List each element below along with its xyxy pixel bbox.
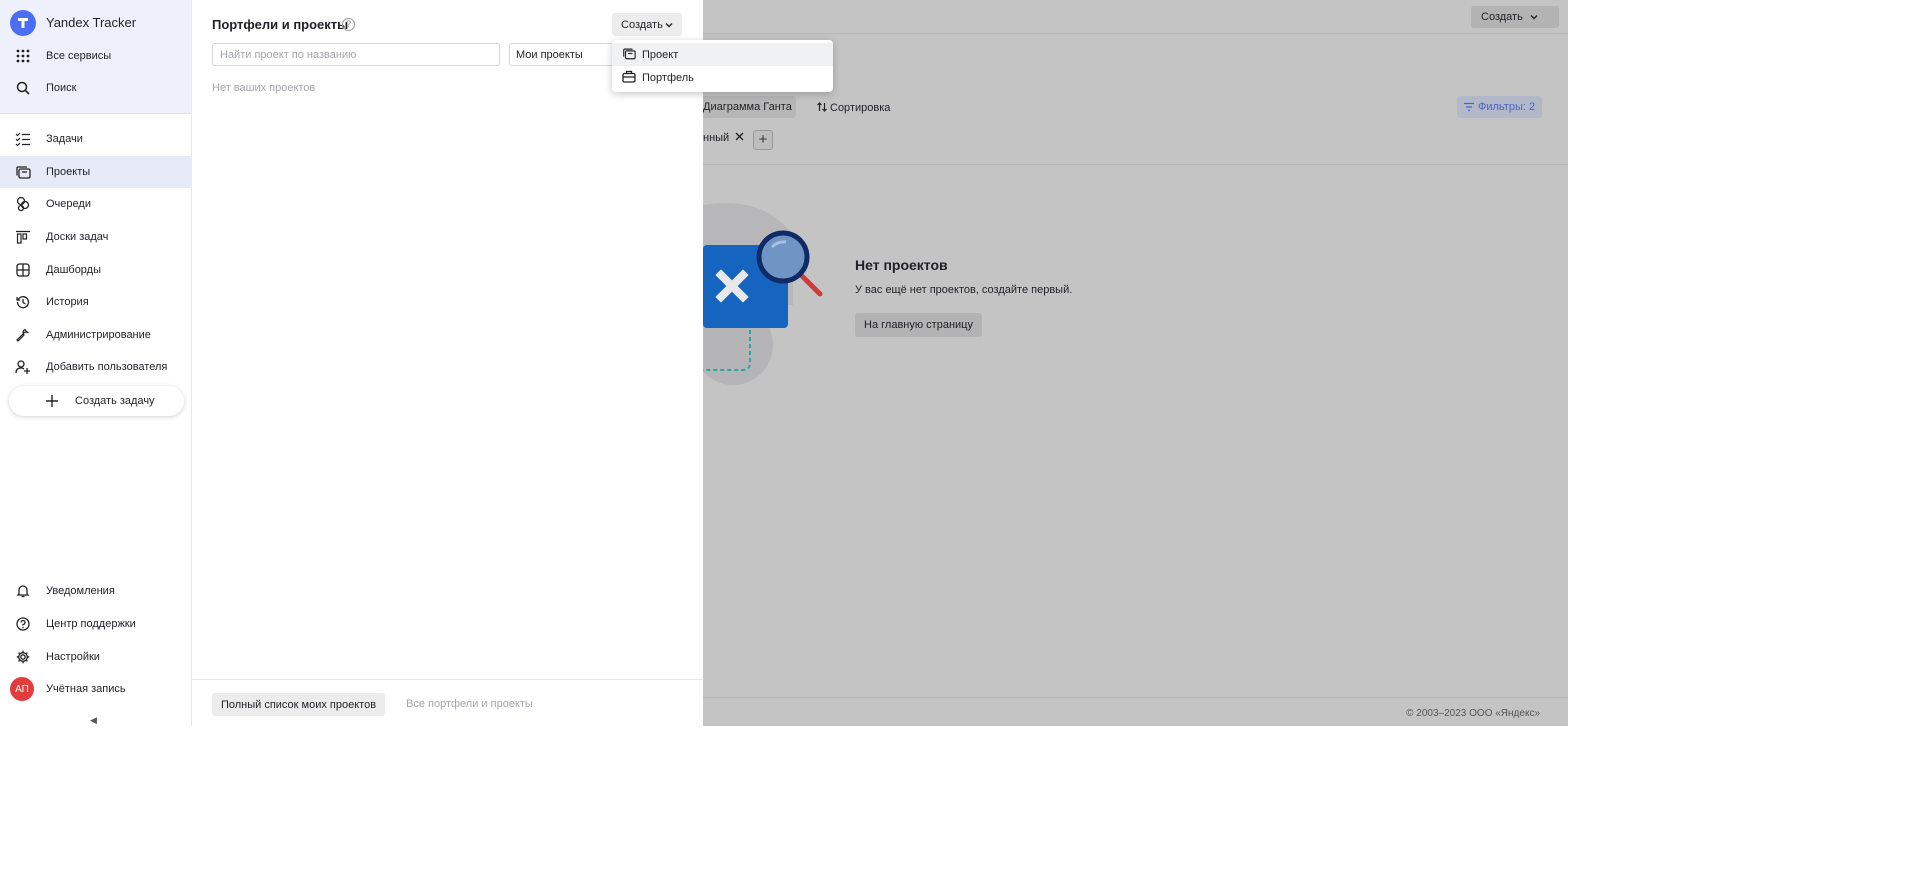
search-icon xyxy=(14,79,32,97)
filter-tag: нный xyxy=(703,132,744,144)
create-button[interactable]: Создать xyxy=(612,13,682,36)
drawer-footer-divider xyxy=(192,679,703,680)
chevron-down-icon xyxy=(1530,15,1538,20)
history-icon xyxy=(14,293,32,311)
add-filter-button[interactable]: + xyxy=(753,130,773,150)
background-create-button[interactable]: Создать xyxy=(1471,6,1559,28)
sidebar-item-label: Добавить пользователя xyxy=(46,361,168,373)
menu-item-portfolio[interactable]: Портфель xyxy=(612,66,833,89)
all-portfolios-link[interactable]: Все портфели и проекты xyxy=(406,698,533,710)
copyright: © 2003–2023 ООО «Яндекс» xyxy=(1406,708,1540,719)
full-project-list-button[interactable]: Полный список моих проектов xyxy=(212,693,385,716)
sidebar-item-all-services[interactable]: Все сервисы xyxy=(0,40,192,72)
wrench-icon xyxy=(14,326,32,344)
sidebar-item-tasks[interactable]: Задачи xyxy=(0,123,192,155)
close-icon[interactable] xyxy=(735,132,744,141)
sidebar-item-account[interactable]: АП Учётная запись xyxy=(0,673,192,705)
tracker-logo-icon xyxy=(18,18,28,28)
projects-icon xyxy=(14,163,32,181)
empty-list-text: Нет ваших проектов xyxy=(212,82,316,94)
background-page: Создать Диаграмма Ганта Сортировка Фильт… xyxy=(703,0,1568,726)
sidebar-item-label: Все сервисы xyxy=(46,50,112,62)
sidebar-item-label: Центр поддержки xyxy=(46,618,136,630)
sidebar: Yandex Tracker Все сервисы Поиск Задачи … xyxy=(0,0,192,726)
empty-projects-illustration xyxy=(703,203,823,385)
help-icon[interactable]: ? xyxy=(342,18,355,31)
projects-drawer: Портфели и проекты ? Создать Мои проекты… xyxy=(192,0,703,726)
project-icon xyxy=(623,48,636,60)
empty-state-title: Нет проектов xyxy=(855,257,948,273)
sidebar-item-label: Администрирование xyxy=(46,329,151,341)
sidebar-item-add-user[interactable]: Добавить пользователя xyxy=(0,351,192,383)
sidebar-item-dashboards[interactable]: Дашборды xyxy=(0,254,192,286)
project-search-input[interactable] xyxy=(212,43,500,66)
empty-state-subtitle: У вас ещё нет проектов, создайте первый. xyxy=(855,284,1073,296)
tasks-icon xyxy=(14,130,32,148)
sidebar-item-settings[interactable]: Настройки xyxy=(0,641,192,673)
project-filter-select[interactable]: Мои проекты xyxy=(509,43,619,66)
collapse-sidebar-icon[interactable]: ◀ xyxy=(90,715,97,726)
create-dropdown-menu: Проект Портфель xyxy=(612,40,833,92)
sidebar-item-queues[interactable]: Очереди xyxy=(0,188,192,220)
sidebar-item-label: Уведомления xyxy=(46,585,115,597)
filter-icon xyxy=(1464,102,1474,112)
tracker-logo[interactable] xyxy=(10,10,36,36)
help-icon xyxy=(14,615,32,633)
avatar: АП xyxy=(10,677,34,701)
queues-icon xyxy=(14,195,32,213)
app-brand[interactable]: Yandex Tracker xyxy=(46,15,136,30)
drawer-title: Портфели и проекты xyxy=(212,17,349,32)
sidebar-item-support[interactable]: Центр поддержки xyxy=(0,608,192,640)
magnifier-icon xyxy=(756,230,810,284)
dashboards-icon xyxy=(14,261,32,279)
home-page-button[interactable]: На главную страницу xyxy=(855,313,982,337)
sidebar-item-projects[interactable]: Проекты xyxy=(0,156,192,188)
sidebar-item-history[interactable]: История xyxy=(0,286,192,318)
sidebar-item-boards[interactable]: Доски задач xyxy=(0,221,192,253)
menu-item-project[interactable]: Проект xyxy=(612,43,833,66)
divider xyxy=(703,164,1568,165)
plus-icon xyxy=(46,395,58,407)
sidebar-item-label: Доски задач xyxy=(46,231,109,243)
sidebar-item-notifications[interactable]: Уведомления xyxy=(0,575,192,607)
sidebar-item-label: Поиск xyxy=(46,82,77,94)
sidebar-item-label: Учётная запись xyxy=(46,683,126,695)
add-user-icon xyxy=(14,358,32,376)
sidebar-item-label: Очереди xyxy=(46,198,91,210)
background-topbar: Создать xyxy=(703,0,1568,34)
sort-icon xyxy=(817,102,827,112)
illustration-magnifier-handle xyxy=(798,272,823,297)
sidebar-item-label: Задачи xyxy=(46,133,83,145)
boards-icon xyxy=(14,228,32,246)
sidebar-item-label: История xyxy=(46,296,89,308)
footer-divider xyxy=(703,697,1568,698)
sidebar-item-label: Проекты xyxy=(46,166,91,178)
create-task-button[interactable]: Создать задачу xyxy=(9,386,184,416)
gear-icon xyxy=(14,648,32,666)
portfolio-icon xyxy=(622,70,636,83)
sidebar-item-label: Настройки xyxy=(46,651,100,663)
chevron-down-icon xyxy=(665,23,673,28)
sidebar-item-label: Дашборды xyxy=(46,264,101,276)
sidebar-item-search[interactable]: Поиск xyxy=(0,72,192,104)
sidebar-item-administration[interactable]: Администрирование xyxy=(0,319,192,351)
sort-button[interactable]: Сортировка xyxy=(816,101,890,114)
gantt-chart-button[interactable]: Диаграмма Ганта xyxy=(703,96,796,118)
filters-button[interactable]: Фильтры: 2 xyxy=(1457,96,1542,118)
grid-icon xyxy=(14,47,32,65)
bell-icon xyxy=(14,582,32,600)
